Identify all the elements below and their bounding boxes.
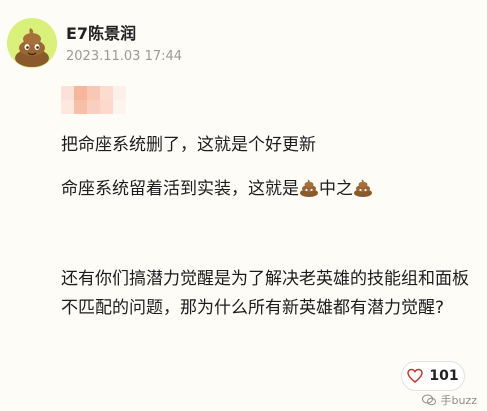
post-author[interactable]: E7陈景润 bbox=[66, 20, 136, 44]
watermark: 手buzz bbox=[422, 392, 477, 408]
post-content: 把命座系统删了，这就是个好更新 命座系统留着活到实装，这就是 中之 还有你们搞潜力… bbox=[61, 130, 471, 323]
redacted-mosaic bbox=[61, 86, 126, 114]
post-timestamp: 2023.11.03 17:44 bbox=[66, 49, 183, 64]
post-line-2-suffix: 中之 bbox=[319, 179, 353, 199]
like-button[interactable]: 101 bbox=[401, 361, 465, 391]
wechat-icon bbox=[422, 394, 437, 406]
poop-emoji-icon bbox=[353, 177, 373, 207]
watermark-text: 手buzz bbox=[440, 394, 477, 407]
post-line-1: 把命座系统删了，这就是个好更新 bbox=[61, 135, 316, 155]
post-line-2-text: 命座系统留着活到实装，这就是 bbox=[61, 179, 299, 199]
post-paragraph-2: 还有你们搞潜力觉醒是为了解决老英雄的技能组和面板不匹配的问题，那为什么所有新英雄… bbox=[61, 269, 469, 318]
avatar[interactable] bbox=[7, 18, 57, 68]
poop-emoji-icon bbox=[299, 177, 319, 207]
post-header: E7陈景润 2023.11.03 17:44 bbox=[0, 0, 487, 80]
like-count: 101 bbox=[429, 368, 459, 384]
poop-avatar-icon bbox=[15, 28, 49, 67]
post-line-2: 命座系统留着活到实装，这就是 中之 bbox=[61, 174, 471, 207]
heart-icon bbox=[407, 368, 424, 383]
